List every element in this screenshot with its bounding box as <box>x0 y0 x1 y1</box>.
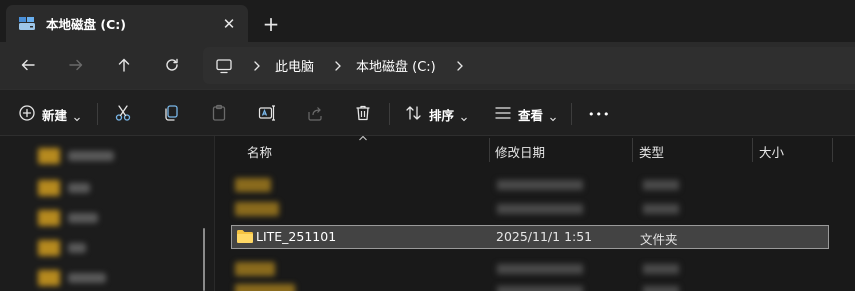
chevron-right-icon[interactable] <box>332 60 344 72</box>
plus-icon[interactable]: + <box>258 11 284 37</box>
view-label: 查看 <box>518 107 544 123</box>
list-item-blurred <box>497 204 583 214</box>
list-item-blurred <box>497 264 583 274</box>
column-type[interactable]: 类型 <box>639 142 664 161</box>
copy-button[interactable] <box>162 100 180 128</box>
list-item-blurred <box>643 286 679 291</box>
column-name[interactable]: 名称 <box>247 142 272 161</box>
list-item-blurred[interactable] <box>235 178 271 192</box>
nav-item[interactable] <box>38 148 114 164</box>
address-row: 此电脑 本地磁盘 (C:) <box>0 42 855 89</box>
list-item-blurred <box>497 286 583 291</box>
toolbar-divider <box>97 103 98 125</box>
table-row-selected[interactable]: LITE_251101 2025/11/1 1:51 文件夹 <box>231 225 829 249</box>
file-type: 文件夹 <box>640 232 678 247</box>
delete-button[interactable] <box>354 100 372 128</box>
back-icon[interactable] <box>13 50 43 80</box>
rename-button[interactable] <box>258 100 276 128</box>
navigation-scrollbar[interactable] <box>203 228 205 291</box>
rename-icon <box>258 104 276 125</box>
copy-icon <box>162 104 180 125</box>
list-item-blurred[interactable] <box>235 202 279 216</box>
share-icon <box>306 104 324 125</box>
new-label: 新建 <box>42 107 68 123</box>
sort-caret-icon <box>359 136 367 141</box>
column-size[interactable]: 大小 <box>759 142 784 161</box>
forward-icon[interactable] <box>61 50 91 80</box>
delete-icon <box>354 104 372 125</box>
sort-label: 排序 <box>429 107 455 123</box>
cut-icon <box>114 104 132 125</box>
file-modified: 2025/11/1 1:51 <box>496 229 593 244</box>
chevron-right-icon[interactable] <box>251 60 263 72</box>
column-modified[interactable]: 修改日期 <box>495 142 545 161</box>
chevron-right-icon[interactable] <box>454 60 466 72</box>
file-list[interactable]: 名称 修改日期 类型 大小 LITE_251101 2025/11/1 1:51… <box>215 136 855 291</box>
sort-button[interactable]: 排序 <box>405 100 468 128</box>
up-icon[interactable] <box>109 50 139 80</box>
nav-item[interactable] <box>38 240 86 256</box>
file-name: LITE_251101 <box>256 229 337 244</box>
chevron-down-icon <box>549 110 557 122</box>
list-item-blurred <box>643 180 679 190</box>
new-icon <box>18 104 36 125</box>
column-separator[interactable] <box>632 138 633 162</box>
column-separator[interactable] <box>832 138 833 162</box>
nav-item[interactable] <box>38 270 106 286</box>
new-button[interactable]: 新建 <box>18 100 81 128</box>
address-bar[interactable]: 此电脑 本地磁盘 (C:) <box>203 47 855 84</box>
list-item-blurred[interactable] <box>235 284 295 291</box>
column-separator[interactable] <box>752 138 753 162</box>
title-bar: 本地磁盘 (C:) ✕ + <box>0 0 855 42</box>
paste-icon <box>210 104 228 125</box>
chevron-down-icon <box>73 110 81 122</box>
computer-icon <box>215 57 233 75</box>
cut-button[interactable] <box>114 100 132 128</box>
share-button[interactable] <box>306 100 324 128</box>
sort-icon <box>405 104 423 125</box>
breadcrumb-local-disk[interactable]: 本地磁盘 (C:) <box>356 56 436 75</box>
toolbar-divider <box>571 103 572 125</box>
column-header: 名称 修改日期 类型 大小 <box>215 136 855 164</box>
chevron-down-icon <box>460 110 468 122</box>
list-item-blurred <box>497 180 583 190</box>
command-bar: 新建 排序 查看 ••• <box>0 89 855 136</box>
more-icon[interactable]: ••• <box>588 100 610 128</box>
refresh-icon[interactable] <box>157 50 187 80</box>
paste-button[interactable] <box>210 100 228 128</box>
nav-item[interactable] <box>38 210 98 226</box>
view-icon <box>494 104 512 125</box>
breadcrumb-this-pc[interactable]: 此电脑 <box>275 56 314 75</box>
column-separator[interactable] <box>489 138 490 162</box>
drive-icon <box>18 16 36 32</box>
list-item-blurred <box>643 264 679 274</box>
close-icon[interactable]: ✕ <box>216 11 242 37</box>
list-item-blurred[interactable] <box>235 262 275 276</box>
tab-title: 本地磁盘 (C:) <box>46 17 126 32</box>
nav-item[interactable] <box>38 180 90 196</box>
view-button[interactable]: 查看 <box>494 100 557 128</box>
list-item-blurred <box>643 204 679 214</box>
tab-current[interactable]: 本地磁盘 (C:) ✕ <box>6 5 248 42</box>
toolbar-divider <box>389 103 390 125</box>
folder-icon <box>236 229 254 244</box>
navigation-pane[interactable] <box>0 136 214 291</box>
